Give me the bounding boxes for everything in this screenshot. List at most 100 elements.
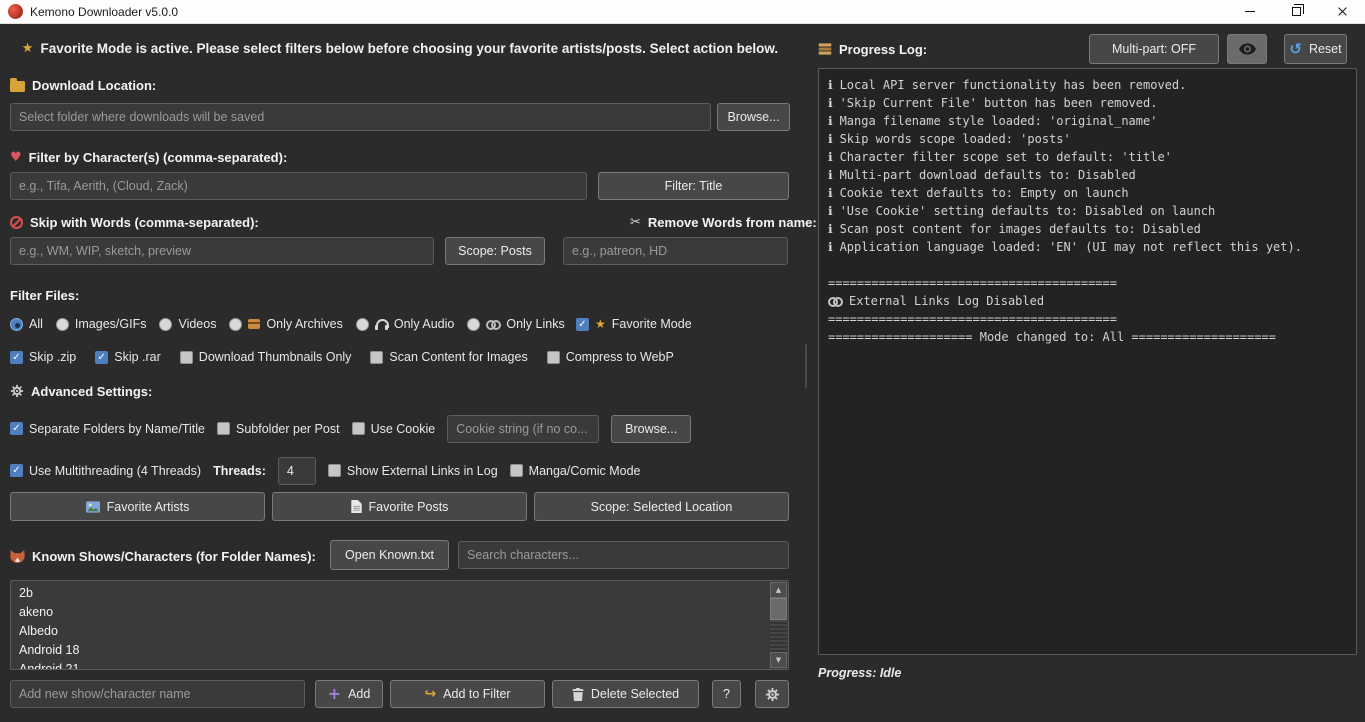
browse-download-button[interactable]: Browse...	[717, 103, 790, 131]
log-line-text: Skip words scope loaded: 'posts'	[840, 130, 1071, 148]
log-line-text: Manga filename style loaded: 'original_n…	[840, 112, 1158, 130]
titlebar: Kemono Downloader v5.0.0	[0, 0, 1365, 24]
search-characters-input[interactable]	[458, 541, 789, 569]
add-button[interactable]: + Add	[315, 680, 383, 708]
log-line-icon	[828, 94, 833, 112]
log-line: Skip words scope loaded: 'posts'	[828, 130, 1347, 148]
character-list-item[interactable]: Android 18	[11, 641, 770, 660]
button-label: Filter: Title	[665, 179, 723, 193]
radio-indicator	[10, 318, 23, 331]
log-line: ========================================	[828, 274, 1347, 292]
file-type-radio[interactable]: All	[10, 316, 43, 332]
open-known-txt-button[interactable]: Open Known.txt	[330, 540, 449, 570]
file-option-checkbox[interactable]: Compress to WebP	[547, 349, 674, 365]
button-label: Multi-part: OFF	[1112, 42, 1196, 56]
add-character-input[interactable]	[10, 680, 305, 708]
reset-icon: ↺	[1289, 42, 1302, 57]
checkbox-label: Separate Folders by Name/Title	[29, 422, 205, 436]
threads-input[interactable]	[278, 457, 316, 485]
scope-selected-location-button[interactable]: Scope: Selected Location	[534, 492, 789, 521]
file-option-checkbox[interactable]: Scan Content for Images	[370, 349, 527, 365]
skip-words-input[interactable]	[10, 237, 434, 265]
log-line-text: Application language loaded: 'EN' (UI ma…	[840, 238, 1302, 256]
character-list-item[interactable]: Albedo	[11, 622, 770, 641]
file-type-radio[interactable]: Images/GIFs	[56, 316, 147, 332]
button-label: Browse...	[727, 110, 779, 124]
use-multithreading-checkbox[interactable]: Use Multithreading (4 Threads)	[10, 463, 201, 479]
skip-scope-button[interactable]: Scope: Posts	[445, 237, 545, 265]
maximize-button[interactable]	[1273, 0, 1319, 23]
scroll-down-button[interactable]	[770, 652, 787, 668]
log-line-icon	[828, 202, 833, 220]
eye-toggle-button[interactable]	[1227, 34, 1267, 64]
star-icon: ★	[22, 42, 34, 55]
file-type-radio[interactable]: Only Audio	[356, 316, 454, 332]
label-text: Progress Log:	[839, 42, 927, 57]
favorite-mode-checkbox[interactable]: ★ Favorite Mode	[576, 316, 692, 332]
radio-indicator	[229, 318, 242, 331]
remove-words-input[interactable]	[563, 237, 788, 265]
scrollbar-thumb[interactable]	[770, 598, 787, 620]
file-option-checkbox[interactable]: Skip .rar	[95, 349, 161, 365]
log-line-text: Multi-part download defaults to: Disable…	[840, 166, 1136, 184]
gear-icon	[10, 384, 24, 398]
character-list-item[interactable]: Android 21	[11, 660, 770, 670]
file-type-radio[interactable]: Only Links	[467, 316, 564, 332]
reset-button[interactable]: ↺ Reset	[1284, 34, 1347, 64]
button-label: Open Known.txt	[345, 548, 434, 562]
character-list-items: 2bakenoAlbedoAndroid 18Android 21	[11, 584, 770, 670]
file-option-checkbox[interactable]: Skip .zip	[10, 349, 76, 365]
subfolder-per-post-checkbox[interactable]: Subfolder per Post	[217, 421, 340, 437]
use-cookie-checkbox[interactable]: Use Cookie	[352, 421, 436, 437]
fox-icon	[10, 550, 25, 563]
download-location-input[interactable]	[10, 103, 711, 131]
character-filter-input[interactable]	[10, 172, 587, 200]
favorite-artists-button[interactable]: Favorite Artists	[10, 492, 265, 521]
list-scrollbar[interactable]	[770, 582, 787, 668]
character-list-item[interactable]: akeno	[11, 603, 770, 622]
file-type-radio[interactable]: Only Archives	[229, 316, 342, 332]
filter-files-options: All Images/GIFs Videos Only Archives Onl…	[10, 316, 565, 332]
folder-icon	[10, 81, 25, 92]
radio-indicator	[56, 318, 69, 331]
scrollbar-track[interactable]	[770, 598, 787, 652]
app-logo-icon	[8, 4, 23, 19]
label-text: Known Shows/Characters (for Folder Names…	[32, 549, 316, 564]
separate-folders-checkbox[interactable]: Separate Folders by Name/Title	[10, 421, 205, 437]
settings-button[interactable]	[755, 680, 789, 708]
log-line-icon	[828, 220, 833, 238]
label-text: Advanced Settings:	[31, 384, 152, 399]
radio-label: Videos	[178, 317, 216, 331]
character-list-item[interactable]: 2b	[11, 584, 770, 603]
panel-splitter[interactable]	[800, 24, 812, 722]
delete-selected-button[interactable]: Delete Selected	[552, 680, 699, 708]
add-to-filter-button[interactable]: ↪ Add to Filter	[390, 680, 545, 708]
character-filter-scope-button[interactable]: Filter: Title	[598, 172, 789, 200]
known-characters-list[interactable]: 2bakenoAlbedoAndroid 18Android 21	[10, 580, 789, 670]
show-external-links-checkbox[interactable]: Show External Links in Log	[328, 463, 498, 479]
progress-log-output[interactable]: Local API server functionality has been …	[818, 68, 1357, 655]
minimize-icon	[1245, 11, 1255, 12]
button-label: Scope: Selected Location	[591, 500, 733, 514]
favorite-posts-button[interactable]: Favorite Posts	[272, 492, 527, 521]
radio-label: All	[29, 317, 43, 331]
radio-label: Only Audio	[394, 317, 454, 331]
multipart-toggle-button[interactable]: Multi-part: OFF	[1089, 34, 1219, 64]
manga-mode-checkbox[interactable]: Manga/Comic Mode	[510, 463, 641, 479]
file-option-checkbox[interactable]: Download Thumbnails Only	[180, 349, 352, 365]
close-button[interactable]	[1319, 0, 1365, 23]
log-line: 'Use Cookie' setting defaults to: Disabl…	[828, 202, 1347, 220]
progress-status: Progress: Idle	[818, 666, 901, 680]
cookie-string-input[interactable]	[447, 415, 599, 443]
browse-cookie-button[interactable]: Browse...	[611, 415, 691, 443]
scroll-up-button[interactable]	[770, 582, 787, 598]
checkbox-label: Favorite Mode	[612, 317, 692, 331]
log-line: Cookie text defaults to: Empty on launch	[828, 184, 1347, 202]
button-label: Favorite Artists	[107, 500, 190, 514]
file-type-radio[interactable]: Videos	[159, 316, 216, 332]
log-line-text: 'Use Cookie' setting defaults to: Disabl…	[840, 202, 1216, 220]
help-button[interactable]: ?	[712, 680, 741, 708]
checkbox-indicator	[510, 464, 523, 477]
minimize-button[interactable]	[1227, 0, 1273, 23]
log-line: Character filter scope set to default: '…	[828, 148, 1347, 166]
